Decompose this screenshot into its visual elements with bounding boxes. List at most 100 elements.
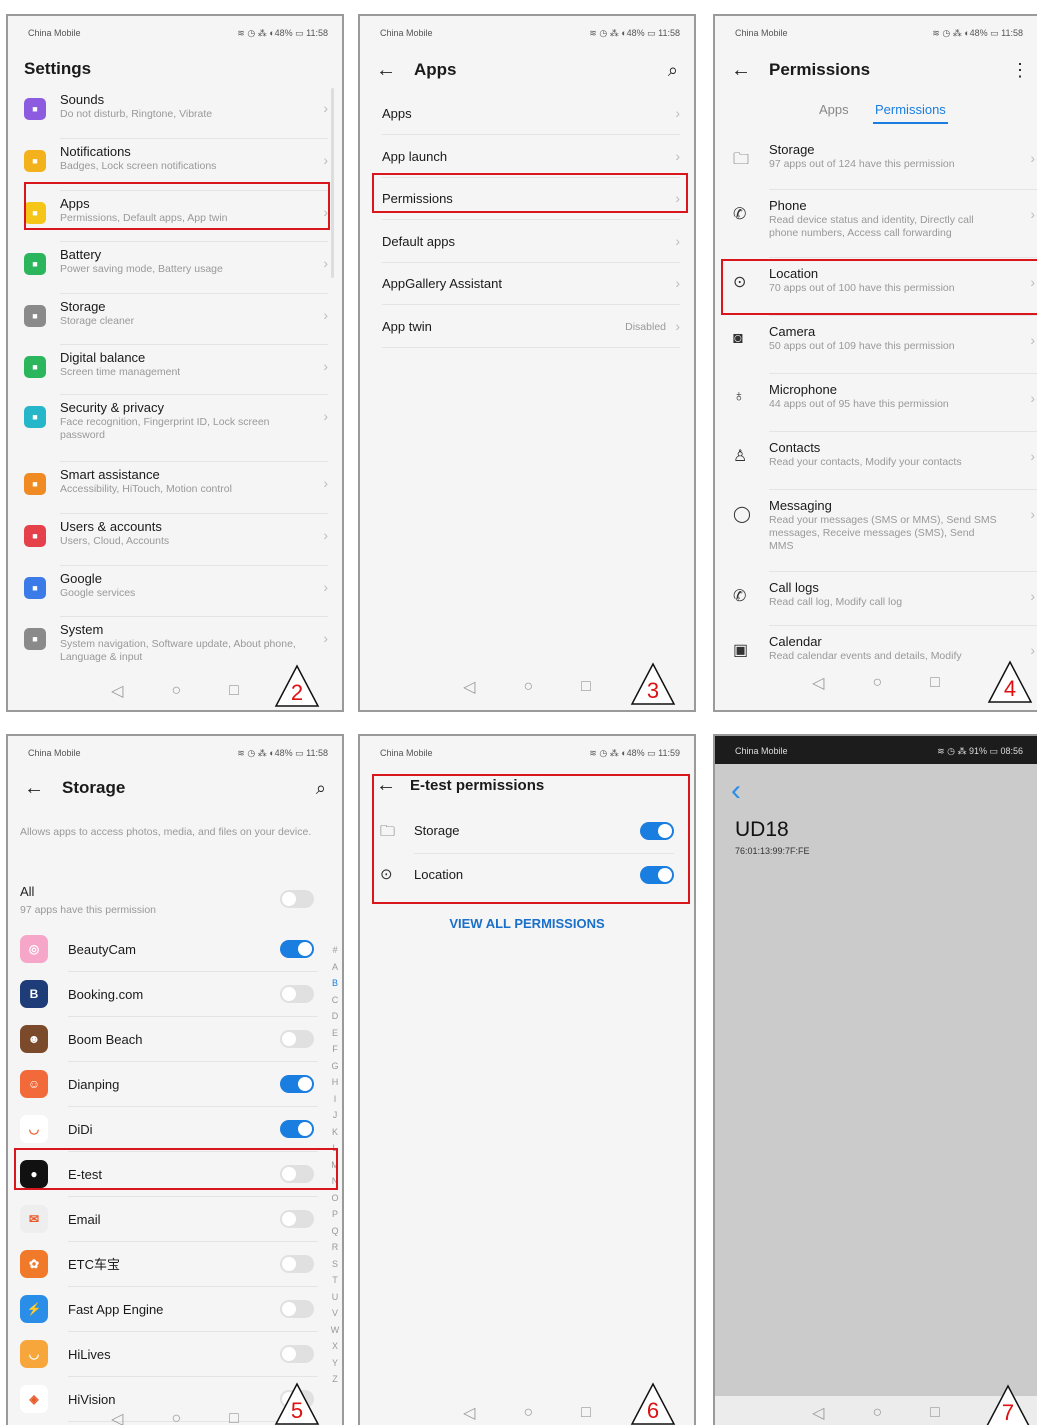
index-letter[interactable]: Z [330,1371,340,1388]
recents-nav-icon[interactable]: □ [581,1404,591,1422]
settings-item[interactable]: ■ Battery Power saving mode, Battery usage… [8,243,342,289]
settings-item[interactable]: ■ Digital balance Screen time management › [8,346,342,392]
settings-item[interactable]: ■ Security & privacy Face recognition, Fin… [8,396,342,458]
permission-item[interactable]: ♁ Microphone 44 apps out of 95 have this p… [715,376,1037,430]
settings-item[interactable]: ■ Sounds Do not disturb, Ringtone, Vibrate… [8,88,342,134]
home-nav-icon[interactable]: ○ [171,682,181,700]
back-chevron-icon[interactable]: ‹ [731,774,741,808]
chevron-right-icon: › [1030,332,1035,348]
app-permission-row[interactable]: ☻ Boom Beach [8,1018,342,1060]
permission-toggle[interactable] [280,985,314,1003]
search-icon[interactable]: ⌕ [668,60,678,81]
back-nav-icon[interactable]: ◁ [111,1409,123,1425]
permission-item[interactable]: ✆ Phone Read device status and identity, D… [715,192,1037,254]
more-icon[interactable]: ⋮ [1011,60,1029,81]
index-letter[interactable]: Q [330,1223,340,1240]
home-nav-icon[interactable]: ○ [171,1410,181,1425]
index-letter[interactable]: I [330,1091,340,1108]
back-nav-icon[interactable]: ◁ [463,1403,475,1423]
apps-menu-item[interactable]: Apps › [360,94,694,134]
home-nav-icon[interactable]: ○ [872,1404,882,1422]
index-letter[interactable]: G [330,1058,340,1075]
index-letter[interactable]: J [330,1107,340,1124]
permission-item[interactable]: ♙ Contacts Read your contacts, Modify your… [715,434,1037,488]
back-nav-icon[interactable]: ◁ [812,673,824,693]
home-nav-icon[interactable]: ○ [872,674,882,692]
search-icon[interactable]: ⌕ [316,778,326,799]
app-permission-row[interactable]: ◡ DiDi [8,1108,342,1150]
settings-item[interactable]: ■ Users & accounts Users, Cloud, Accounts › [8,515,342,561]
index-letter[interactable]: # [330,942,340,959]
settings-item[interactable]: ■ Smart assistance Accessibility, HiTouch,… [8,463,342,509]
index-letter[interactable]: O [330,1190,340,1207]
index-letter[interactable]: E [330,1025,340,1042]
app-permission-row[interactable]: ◎ BeautyCam [8,928,342,970]
index-letter[interactable]: X [330,1338,340,1355]
app-name: Dianping [68,1077,120,1092]
settings-item[interactable]: ■ Notifications Badges, Lock screen notifi… [8,140,342,186]
recents-nav-icon[interactable]: □ [229,682,239,700]
apps-menu-item[interactable]: App launch › [360,137,694,177]
back-nav-icon[interactable]: ◁ [463,677,475,697]
back-arrow-icon[interactable]: ← [731,59,751,82]
home-nav-icon[interactable]: ○ [523,1404,533,1422]
index-letter[interactable]: V [330,1305,340,1322]
index-letter[interactable]: C [330,992,340,1009]
status-bar: China Mobile ≋ ◷ ⁂ ◐48% ▭ 11:58 [735,28,1023,38]
scrollbar[interactable] [331,88,334,278]
app-permission-row[interactable]: ✿ ETC车宝 [8,1243,342,1285]
permission-toggle[interactable] [280,1345,314,1363]
settings-item[interactable]: ■ Google Google services › [8,567,342,613]
index-letter[interactable]: K [330,1124,340,1141]
back-nav-icon[interactable]: ◁ [111,681,123,701]
permission-item[interactable]: ◙ Camera 50 apps out of 109 have this perm… [715,318,1037,372]
apps-menu-item[interactable]: Default apps › [360,222,694,262]
tab-apps[interactable]: Apps [819,102,849,117]
app-permission-row[interactable]: B Booking.com [8,973,342,1015]
permission-item-subtitle: 97 apps out of 124 have this permission [769,158,955,170]
index-letter[interactable]: B [330,975,340,992]
all-toggle[interactable] [280,890,314,908]
apps-menu-item[interactable]: App twin Disabled › [360,307,694,347]
permission-item[interactable]: 🗀 Storage 97 apps out of 124 have this per… [715,136,1037,186]
index-letter[interactable]: P [330,1206,340,1223]
recents-nav-icon[interactable]: □ [930,1404,940,1422]
view-all-permissions-link[interactable]: VIEW ALL PERMISSIONS [360,916,694,931]
index-letter[interactable]: Y [330,1355,340,1372]
index-letter[interactable]: A [330,959,340,976]
app-permission-row[interactable]: ☺ Dianping [8,1063,342,1105]
recents-nav-icon[interactable]: □ [930,674,940,692]
app-permission-row[interactable]: ⚡ Fast App Engine [8,1288,342,1330]
permission-toggle[interactable] [280,1300,314,1318]
home-nav-icon[interactable]: ○ [523,678,533,696]
permission-toggle[interactable] [280,1255,314,1273]
index-letter[interactable]: W [330,1322,340,1339]
permission-toggle[interactable] [280,1030,314,1048]
status-bar: China Mobile ≋ ◷ ⁂ ◐48% ▭ 11:58 [28,28,328,38]
index-letter[interactable]: H [330,1074,340,1091]
app-permission-row[interactable]: ◡ HiLives [8,1333,342,1375]
index-letter[interactable]: R [330,1239,340,1256]
tab-permissions[interactable]: Permissions [873,102,948,124]
index-letter[interactable]: S [330,1256,340,1273]
index-letter[interactable]: T [330,1272,340,1289]
permission-toggle[interactable] [280,1075,314,1093]
recents-nav-icon[interactable]: □ [229,1410,239,1425]
permission-toggle[interactable] [280,940,314,958]
index-letter[interactable]: U [330,1289,340,1306]
permission-item[interactable]: ◯ Messaging Read your messages (SMS or MMS… [715,492,1037,568]
apps-menu-item[interactable]: AppGallery Assistant › [360,264,694,304]
back-arrow-icon[interactable]: ← [376,59,396,82]
index-letter[interactable]: F [330,1041,340,1058]
permission-toggle[interactable] [280,1210,314,1228]
bell-icon: ■ [24,150,46,172]
recents-nav-icon[interactable]: □ [581,678,591,696]
permission-toggle[interactable] [280,1120,314,1138]
back-arrow-icon[interactable]: ← [24,777,44,800]
back-nav-icon[interactable]: ◁ [812,1403,824,1423]
settings-item-subtitle: Face recognition, Fingerprint ID, Lock s… [60,416,270,441]
app-permission-row[interactable]: ✉ Email [8,1198,342,1240]
index-letter[interactable]: D [330,1008,340,1025]
permission-item[interactable]: ✆ Call logs Read call log, Modify call log… [715,574,1037,624]
settings-item[interactable]: ■ Storage Storage cleaner › [8,295,342,341]
